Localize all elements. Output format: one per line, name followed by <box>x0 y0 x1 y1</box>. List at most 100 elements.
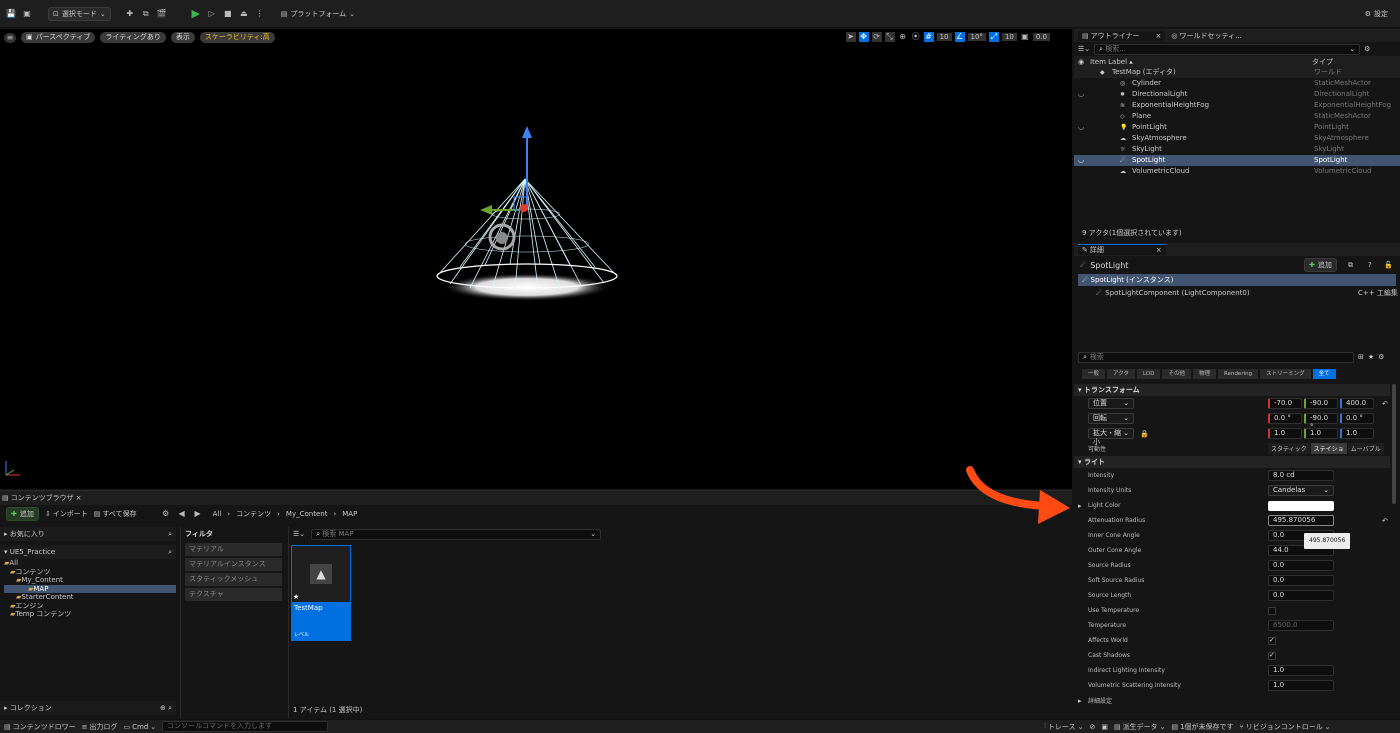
tab-details[interactable]: ✎ 詳細 × <box>1078 244 1166 255</box>
reset-icon[interactable]: ↶ <box>1382 517 1388 525</box>
more-icon[interactable]: ⋮ <box>255 9 265 19</box>
scale-select[interactable]: 拡大・縮小 ⌄ <box>1088 428 1134 446</box>
details-search-input[interactable]: ⌕ 検索 <box>1078 351 1354 363</box>
soft-source-input[interactable]: 0.0 <box>1268 575 1334 586</box>
filter-item[interactable]: テクスチャ <box>185 588 282 601</box>
outliner-row[interactable]: ≋ ExponentialHeightFog ExponentialHeightFo… <box>1074 100 1400 111</box>
advanced-row[interactable]: ▸ 詳細設定 <box>1074 693 1390 708</box>
scale-z[interactable]: 1.0 <box>1340 428 1374 439</box>
viewport[interactable]: ≡ ▣ パースペクティブ ライティングあり 表示 スケーラビリティ:高 ➤ ✥ ⟳… <box>0 29 1072 489</box>
source-radius-input[interactable]: 0.0 <box>1268 560 1334 571</box>
move-tool-icon[interactable]: ✥ <box>858 32 869 42</box>
component-row[interactable]: ☄ SpotLightComponent (LightComponent0) C+… <box>1074 286 1400 299</box>
save-icon[interactable]: 💾 <box>6 9 16 19</box>
close-icon[interactable]: × <box>76 494 82 502</box>
filter-tab[interactable]: LOD <box>1137 369 1161 379</box>
status-icon[interactable]: ▣ <box>1101 723 1108 731</box>
status-icon[interactable]: ⊘ <box>1089 723 1095 731</box>
show-button[interactable]: 表示 <box>170 32 195 43</box>
grid-snap-icon[interactable]: # <box>923 32 934 42</box>
console-input[interactable]: コンソールコマンドを入力します <box>162 721 329 732</box>
tab-content-browser[interactable]: ▤ コンテンツブラウザ × <box>2 493 82 503</box>
cinematics-icon[interactable]: 🎬 <box>157 9 167 19</box>
outliner-row[interactable]: ◡ 💡 PointLight PointLight <box>1074 122 1400 133</box>
tree-item[interactable]: ▰コンテンツ <box>4 568 176 577</box>
transform-section[interactable]: ▾ トランスフォーム <box>1074 384 1390 396</box>
filter-tab[interactable]: 全て <box>1312 369 1336 379</box>
tree-item-selected[interactable]: ▰MAP <box>4 584 176 593</box>
surface-snap-icon[interactable]: ⦿ <box>911 32 921 42</box>
tree-item[interactable]: ▰エンジン <box>4 602 176 611</box>
filter-item[interactable]: マテリアル <box>185 543 282 556</box>
close-icon[interactable]: × <box>1156 246 1162 254</box>
location-select[interactable]: 位置 ⌄ <box>1088 398 1134 409</box>
asset-search-input[interactable]: ⌕ 検索 MAP ⌄ <box>311 528 602 540</box>
cmd-button[interactable]: ▭ Cmd ⌄ <box>124 723 157 731</box>
settings-icon[interactable]: ⚙ <box>161 509 171 519</box>
forward-icon[interactable]: ▶ <box>193 509 203 519</box>
back-icon[interactable]: ◀ <box>177 509 187 519</box>
cpp-edit-link[interactable]: C++ 工編集 <box>1358 288 1398 298</box>
derived-data-button[interactable]: ▤ 派生データ ⌄ <box>1114 722 1166 732</box>
rotation-select[interactable]: 回転 ⌄ <box>1088 413 1134 424</box>
outliner-search-input[interactable]: ⌕ 検索... ⌄ <box>1094 43 1361 55</box>
tab-world-settings[interactable]: ◎ ワールドセッティ... <box>1171 31 1241 41</box>
reset-icon[interactable]: ↶ <box>1382 400 1388 408</box>
add-component-button[interactable]: ✚ 追加 <box>1304 258 1337 272</box>
filter-tab[interactable]: その他 <box>1162 369 1191 379</box>
component-instance-row[interactable]: ☄ SpotLight (インスタンス) <box>1078 274 1396 286</box>
speed-value[interactable]: 0.0 <box>1032 33 1050 41</box>
rotate-tool-icon[interactable]: ⟳ <box>871 32 882 42</box>
mode-select[interactable]: ⊡ 選択モード ⌄ <box>48 6 111 21</box>
mobility-movable[interactable]: ムーバブル <box>1347 443 1384 454</box>
filter-tab[interactable]: Rendering <box>1218 369 1259 379</box>
save-all-button[interactable]: ▤ すべて保存 <box>94 509 137 519</box>
outliner-row[interactable]: ◎ Cylinder StaticMeshActor <box>1074 78 1400 89</box>
step-icon[interactable]: ▷ <box>207 9 217 19</box>
blueprint-icon[interactable]: ⧉ <box>141 9 151 19</box>
tab-outliner[interactable]: ▤ アウトライナー × <box>1078 30 1166 41</box>
settings-button[interactable]: ⚙ 設定 <box>1365 9 1388 19</box>
output-log-button[interactable]: ≡ 出力ログ <box>82 722 118 732</box>
mobility-static[interactable]: スタティック <box>1268 443 1310 454</box>
grid-value[interactable]: 10 <box>936 33 952 41</box>
tree-item[interactable]: ▰My_Content <box>4 576 176 585</box>
add-icon[interactable]: ⊕ <box>160 704 166 712</box>
filter-tab[interactable]: 一般 <box>1082 369 1106 379</box>
volumetric-input[interactable]: 1.0 <box>1268 680 1334 691</box>
filter-icon[interactable]: ☰⌄ <box>1078 45 1090 53</box>
content-drawer-button[interactable]: ▤ コンテンツドロワー <box>4 722 76 732</box>
add-button[interactable]: ✚ 追加 <box>6 507 39 521</box>
world-icon[interactable]: ⊕ <box>898 32 908 42</box>
platform-button[interactable]: ▤ プラットフォーム ⌄ <box>281 9 355 19</box>
scalability-warning[interactable]: スケーラビリティ:高 <box>199 32 275 43</box>
stop-icon[interactable]: ■ <box>223 9 233 19</box>
attenuation-input[interactable]: 495.870056 <box>1268 515 1334 526</box>
source-length-input[interactable]: 0.0 <box>1268 590 1334 601</box>
add-actor-icon[interactable]: ✚ <box>125 9 135 19</box>
column-type[interactable]: タイプ <box>1312 57 1333 67</box>
select-tool-icon[interactable]: ➤ <box>845 32 856 42</box>
spotlight-gizmo[interactable] <box>420 124 640 314</box>
scrollbar[interactable] <box>1392 384 1396 504</box>
outliner-row[interactable]: ◡ ✹ DirectionalLight DirectionalLight <box>1074 89 1400 100</box>
eye-icon[interactable]: ◡ <box>1078 122 1084 133</box>
mobility-stationary[interactable]: ステイショ <box>1310 443 1347 454</box>
filter-icon[interactable]: ☰⌄ <box>293 530 305 538</box>
filter-tab[interactable]: アクタ <box>1107 369 1136 379</box>
rotation-z[interactable]: 0.0 ° <box>1340 413 1374 424</box>
indirect-input[interactable]: 1.0 <box>1268 665 1334 676</box>
filter-item[interactable]: マテリアルインスタンス <box>185 558 282 571</box>
search-icon[interactable]: ⌕ <box>168 548 172 557</box>
temperature-input[interactable]: 6500.0 <box>1268 620 1334 631</box>
collections-header[interactable]: ▸ コレクション ⊕ ⌕ <box>0 701 176 715</box>
tree-item[interactable]: ▰Temp コンテンツ <box>4 610 176 619</box>
hamburger-icon[interactable]: ≡ <box>4 32 16 43</box>
perspective-button[interactable]: ▣ パースペクティブ <box>21 32 96 43</box>
lighting-button[interactable]: ライティングあり <box>100 32 166 43</box>
settings-icon[interactable]: ⚙ <box>1364 45 1370 53</box>
scale-x[interactable]: 1.0 <box>1268 428 1302 439</box>
close-icon[interactable]: × <box>1156 32 1162 40</box>
breadcrumb-item[interactable]: MAP <box>342 510 357 518</box>
blueprint-icon[interactable]: ⧉ <box>1348 261 1353 270</box>
